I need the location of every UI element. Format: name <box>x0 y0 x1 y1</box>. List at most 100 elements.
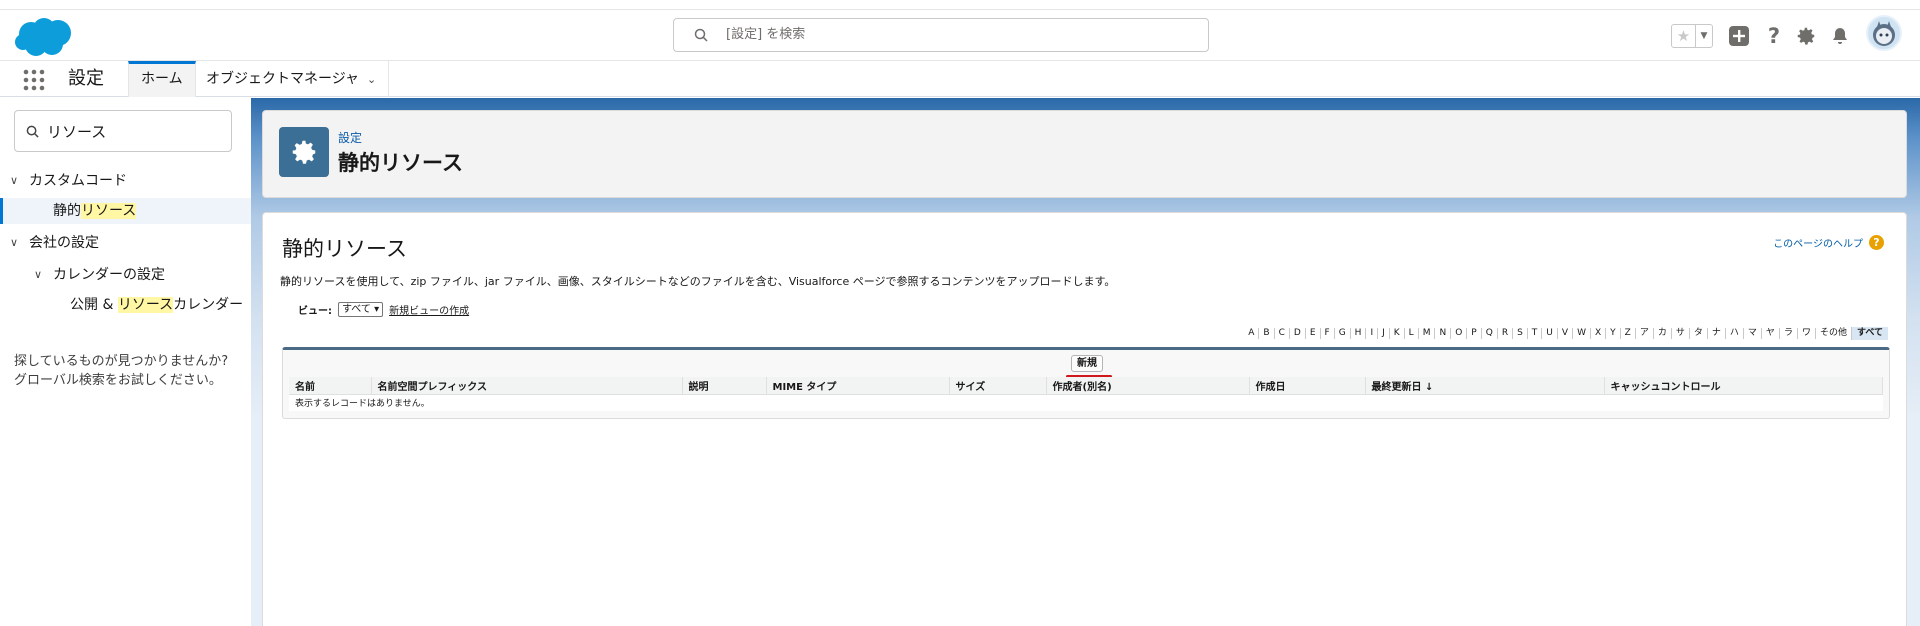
tree-item-custom-code[interactable]: ∨ カスタムコード <box>0 168 251 194</box>
tree-item-public-resource-calendars[interactable]: 公開 & リソースカレンダー <box>0 292 251 318</box>
notifications-bell-icon[interactable] <box>1828 24 1852 48</box>
app-name: 設定 <box>68 68 104 89</box>
alphabet-filter-letter[interactable]: すべて <box>1850 327 1888 340</box>
search-icon <box>26 125 39 138</box>
alphabet-filter-letter[interactable]: ヤ <box>1760 328 1779 339</box>
search-highlight: リソース <box>117 297 174 313</box>
alphabet-filter-letter[interactable]: P <box>1466 328 1480 339</box>
alphabet-filter-letter[interactable]: D <box>1288 328 1305 339</box>
alphabet-filter-letter[interactable]: W <box>1572 328 1590 339</box>
alphabet-filter-letter[interactable]: R <box>1496 328 1512 339</box>
tab-home-label: ホーム <box>141 71 183 87</box>
alphabet-filter-letter[interactable]: G <box>1333 328 1350 339</box>
alphabet-filter-letter[interactable]: U <box>1541 328 1557 339</box>
chevron-down-icon[interactable]: ▼ <box>1696 25 1712 47</box>
tree-item-static-resources[interactable]: 静的リソース <box>0 198 251 224</box>
column-header[interactable]: 名前空間プレフィックス <box>371 377 683 395</box>
setup-sidebar: リソース ∨ カスタムコード 静的リソース ∨ 会社の設定 ∨ カレンダーの設定… <box>0 98 251 626</box>
alphabet-filter-letter[interactable]: Q <box>1480 328 1497 339</box>
column-header[interactable]: キャッシュコントロール <box>1604 377 1883 395</box>
alphabet-filter-letter[interactable]: サ <box>1670 328 1689 339</box>
chevron-down-icon[interactable]: ∨ <box>10 230 18 256</box>
resources-table: 名前 名前空間プレフィックス 説明 MIME タイプ サイズ 作成者(別名) 作… <box>289 377 1883 411</box>
chevron-down-icon[interactable]: ∨ <box>10 168 18 194</box>
column-header[interactable]: MIME タイプ <box>766 377 950 395</box>
tree-item-calendar-settings-label: カレンダーの設定 <box>53 267 165 283</box>
table-row: 表示するレコードはありません。 <box>289 394 1883 411</box>
tab-object-manager-label: オブジェクトマネージャ <box>206 71 360 87</box>
alphabet-filter-letter[interactable]: A <box>1244 328 1258 339</box>
not-found-line-1: 探しているものが見つかりませんか? <box>14 354 229 369</box>
alphabet-filter-letter[interactable]: B <box>1258 328 1273 339</box>
tree-item-calendar-settings[interactable]: ∨ カレンダーの設定 <box>0 262 251 288</box>
chevron-down-icon[interactable]: ⌄ <box>367 62 376 98</box>
alphabet-filter-letter[interactable]: V <box>1556 328 1572 339</box>
alphabet-filter-letter[interactable]: I <box>1365 328 1377 339</box>
alphabet-filter-letter[interactable]: マ <box>1742 328 1761 339</box>
context-bar: 設定 ホーム オブジェクトマネージャ ⌄ <box>0 60 1920 97</box>
table-header-row: 名前 名前空間プレフィックス 説明 MIME タイプ サイズ 作成者(別名) 作… <box>289 377 1883 395</box>
view-select[interactable]: すべて ▾ <box>338 302 384 317</box>
empty-message: 表示するレコードはありません。 <box>289 394 1883 411</box>
alphabet-filter-letter[interactable]: X <box>1589 328 1605 339</box>
alphabet-filter-letter[interactable]: H <box>1349 328 1366 339</box>
tab-home[interactable]: ホーム <box>128 61 196 97</box>
alphabet-filter-letter[interactable]: その他 <box>1814 328 1851 339</box>
list-block: 新規 名前 名前空間プレフィックス 説明 MIME タイプ サイズ 作成者(別名… <box>282 347 1890 419</box>
alphabet-filter-letter[interactable]: L <box>1403 328 1418 339</box>
alphabet-filter-letter[interactable]: S <box>1512 328 1527 339</box>
alphabet-filter-letter[interactable]: J <box>1377 328 1389 339</box>
column-header[interactable]: 作成者(別名) <box>1046 377 1250 395</box>
gear-icon[interactable] <box>1794 24 1818 48</box>
alphabet-filter-letter[interactable]: カ <box>1652 328 1671 339</box>
help-icon[interactable]: ? <box>1762 24 1786 48</box>
alphabet-filter-letter[interactable]: O <box>1450 328 1466 339</box>
global-search-input[interactable]: [設定] を検索 <box>673 18 1209 52</box>
alphabet-filter-letter[interactable]: Y <box>1605 328 1620 339</box>
view-select-value: すべて <box>342 304 371 315</box>
alphabet-filter-letter[interactable]: F <box>1319 328 1334 339</box>
tab-object-manager[interactable]: オブジェクトマネージャ ⌄ <box>194 61 390 98</box>
global-actions-add-icon[interactable] <box>1727 24 1751 48</box>
column-header[interactable]: 最終更新日 ↓ <box>1365 377 1605 395</box>
content-panel: 静的リソース このページのヘルプ ? 静的リソースを使用して、zip ファイル、… <box>262 212 1907 626</box>
alphabet-filter-letter[interactable]: ハ <box>1724 328 1743 339</box>
tree-item-custom-code-label: カスタムコード <box>29 173 127 189</box>
quick-find-value: リソース <box>47 123 107 141</box>
alphabet-filter: A B C D E F G H I J K L M N O P Q R S T U V W X Y Z アカサタナハマヤラワその他す… <box>1244 327 1888 340</box>
alphabet-filter-letter[interactable]: C <box>1273 328 1289 339</box>
alphabet-filter-letter[interactable]: ナ <box>1706 328 1725 339</box>
new-button[interactable]: 新規 <box>1071 355 1103 372</box>
alphabet-filter-letter[interactable]: K <box>1388 328 1404 339</box>
alphabet-filter-letter[interactable]: Z <box>1619 328 1635 339</box>
star-icon[interactable]: ★ <box>1672 25 1696 47</box>
column-header[interactable]: 作成日 <box>1249 377 1366 395</box>
chevron-down-icon[interactable]: ∨ <box>34 262 42 288</box>
column-header[interactable]: 名前 <box>289 377 372 395</box>
alphabet-filter-letter[interactable]: N <box>1434 328 1450 339</box>
alphabet-filter-letter[interactable]: タ <box>1688 328 1707 339</box>
alphabet-filter-letter[interactable]: T <box>1526 328 1542 339</box>
create-new-view-link[interactable]: 新規ビューの作成 <box>389 302 469 317</box>
app-launcher-icon[interactable] <box>23 69 45 91</box>
user-avatar[interactable] <box>1866 15 1902 51</box>
alphabet-filter-letter[interactable]: ア <box>1634 328 1653 339</box>
list-view-bar: ビュー: すべて ▾ 新規ビューの作成 <box>298 302 469 317</box>
column-header[interactable]: サイズ <box>949 377 1047 395</box>
search-icon <box>694 28 708 42</box>
favorites-button-group[interactable]: ★ ▼ <box>1671 24 1713 48</box>
help-link[interactable]: このページのヘルプ ? <box>1773 235 1884 250</box>
alphabet-filter-letter[interactable]: ラ <box>1778 328 1797 339</box>
alphabet-filter-letter[interactable]: ワ <box>1796 328 1815 339</box>
tree-item-company-settings[interactable]: ∨ 会社の設定 <box>0 230 251 256</box>
not-found-line-2: グローバル検索をお試しください。 <box>14 373 222 388</box>
page-header: 設定 静的リソース <box>262 110 1907 198</box>
alphabet-filter-letter[interactable]: E <box>1304 328 1320 339</box>
alphabet-filter-letter[interactable]: M <box>1417 328 1435 339</box>
tree-item-static-resources-label: 静的リソース <box>53 198 137 224</box>
public-prefix: 公開 & <box>70 297 118 313</box>
column-header[interactable]: 説明 <box>682 377 767 395</box>
quick-find-input[interactable]: リソース <box>14 110 232 152</box>
salesforce-logo[interactable] <box>14 16 74 58</box>
breadcrumb[interactable]: 設定 <box>338 129 362 146</box>
